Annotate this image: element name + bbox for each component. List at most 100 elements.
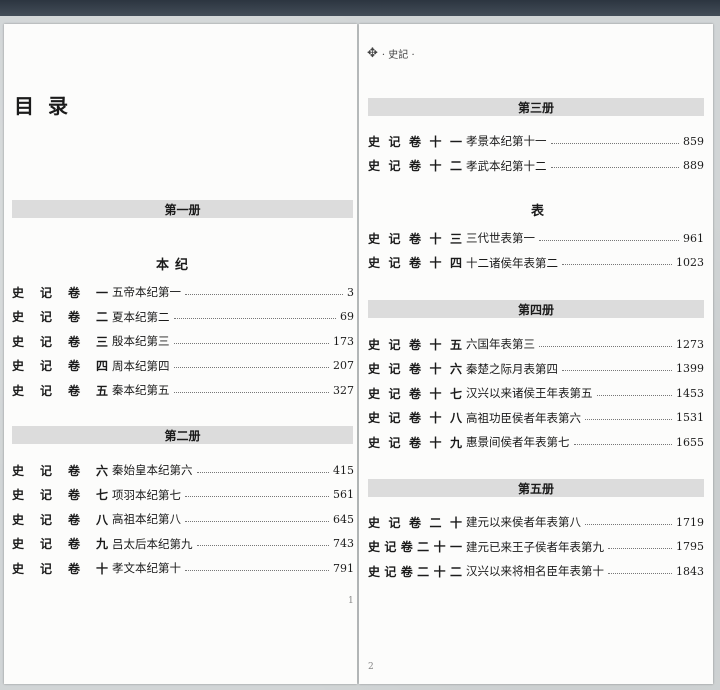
juan-char: 卷 [67, 383, 80, 398]
page-ref: 173 [333, 334, 354, 348]
juan-char: 十 [95, 561, 108, 576]
volume-label: 第三册 [517, 100, 554, 115]
juan-number: 史记卷五 [12, 382, 112, 399]
page-number: 1 [348, 596, 354, 606]
section-heading-biao: 表 [531, 204, 551, 219]
juan-char: 史 [12, 561, 25, 576]
juan-char: 史 [368, 362, 381, 376]
right-page: ✥ · 史記 · 第三册 史记卷十一孝景本纪第十一 859 史记卷十二孝武本纪第十二… [359, 24, 713, 684]
juan-char: 卷 [408, 134, 421, 149]
juan-char: 卷 [67, 359, 80, 373]
juan-char: 记 [384, 540, 397, 554]
juan-char: 史 [368, 231, 381, 246]
juan-char: 二 [449, 159, 462, 173]
juan-char: 史 [368, 337, 381, 352]
page-ref: 1719 [676, 515, 704, 529]
page-ref: 1399 [676, 362, 704, 375]
juan-char: 卷 [408, 435, 421, 450]
juan-char: 十 [429, 362, 442, 376]
juan-char: 记 [388, 362, 401, 376]
juan-number: 史记卷六 [12, 462, 112, 479]
juan-char: 卷 [408, 362, 421, 376]
juan-char: 记 [39, 561, 52, 576]
juan-char: 六 [95, 463, 108, 478]
juan-number: 史记卷十九 [368, 434, 466, 451]
page-ref: 791 [333, 561, 354, 575]
juan-char: 十 [429, 386, 442, 401]
toc-entry: 史记卷十孝文本纪第十 791 [12, 559, 354, 577]
leader-dots [173, 367, 329, 368]
juan-number: 史记卷十 [12, 560, 112, 577]
juan-char: 史 [12, 512, 25, 527]
toc-entry: 史记卷十八高祖功臣侯者年表第六 1531 [368, 409, 704, 427]
juan-char: 记 [39, 512, 52, 527]
leader-dots [585, 419, 672, 420]
toc-entry: 史记卷十六秦楚之际月表第四 1399 [368, 360, 704, 378]
leader-dots [550, 142, 679, 144]
chapter-title: 秦本纪第五 [112, 383, 170, 397]
juan-char: 七 [95, 488, 108, 502]
juan-char: 卷 [67, 512, 80, 527]
leader-dots [585, 523, 672, 525]
juan-char: 十 [429, 337, 442, 352]
juan-char: 史 [368, 159, 381, 173]
juan-char: 三 [449, 231, 462, 246]
juan-number: 史记卷二十一 [368, 538, 466, 555]
juan-char: 卷 [67, 488, 80, 502]
leader-dots [173, 391, 329, 393]
toc-entry: 史记卷五秦本纪第五 327 [12, 381, 354, 399]
juan-char: 记 [388, 337, 401, 352]
juan-char: 卷 [67, 334, 80, 349]
juan-char: 六 [449, 362, 462, 376]
juan-char: 记 [39, 359, 52, 373]
juan-number: 史记卷二十二 [368, 563, 466, 580]
page-ref: 1655 [676, 435, 704, 449]
juan-char: 卷 [408, 386, 421, 401]
page-ref: 1795 [676, 540, 704, 553]
juan-char: 五 [449, 337, 462, 352]
leader-dots [185, 293, 343, 295]
running-header: ✥ · 史記 · [367, 46, 415, 61]
chapter-title: 周本纪第四 [112, 358, 170, 373]
juan-char: 一 [449, 540, 462, 554]
juan-number: 史记卷十二 [368, 157, 466, 174]
juan-char: 记 [384, 564, 397, 579]
toc-entry: 史记卷十四十二诸侯年表第二 1023 [368, 254, 704, 272]
juan-char: 记 [39, 285, 52, 300]
toc-entry: 史记 卷 七项羽本纪第七 561 [12, 486, 354, 504]
juan-char: 八 [449, 411, 462, 425]
juan-number: 史记卷十一 [368, 133, 466, 150]
leader-dots [596, 394, 672, 396]
volume-label: 第四册 [517, 302, 554, 317]
leader-dots [185, 569, 329, 571]
chapter-title: 建元已来王子侯者年表第九 [466, 539, 604, 554]
juan-number: 史记卷十六 [368, 360, 466, 377]
juan-char: 七 [449, 386, 462, 401]
leader-dots [539, 345, 672, 347]
juan-number: 史记卷一 [12, 284, 112, 301]
chapter-title: 吕太后本纪第九 [112, 536, 193, 551]
page-title: 目录 [14, 94, 82, 118]
toc-entry: 史记卷二十一建元已来王子侯者年表第九 1795 [368, 538, 704, 556]
toc-entry: 史记卷八高祖本纪第八 645 [12, 510, 354, 528]
juan-char: 史 [368, 134, 381, 149]
juan-char: 记 [388, 231, 401, 246]
juan-char: 十 [429, 159, 442, 173]
leader-dots [539, 239, 679, 241]
juan-number: 史记卷十八 [368, 409, 466, 426]
juan-char: 记 [39, 383, 52, 398]
juan-number: 史记卷八 [12, 511, 112, 528]
volume-label: 第一册 [164, 202, 201, 217]
toc-entry: 史记卷十二孝武本纪第十二 889 [368, 157, 704, 175]
toc-entry: 史记卷十五六国年表第三 1273 [368, 335, 704, 353]
top-bar [0, 0, 720, 16]
page-ref: 889 [683, 159, 704, 172]
page-ref: 859 [683, 134, 704, 148]
leader-dots [608, 572, 672, 574]
chapter-title: 六国年表第三 [466, 337, 535, 351]
juan-number: 史记卷十五 [368, 336, 466, 353]
toc-entry: 史记卷十三三代世表第一 961 [368, 229, 704, 247]
leader-dots [550, 167, 679, 168]
toc-entry: 史记卷十九惠景间侯者年表第七 1655 [368, 433, 704, 451]
juan-char: 史 [368, 435, 381, 450]
